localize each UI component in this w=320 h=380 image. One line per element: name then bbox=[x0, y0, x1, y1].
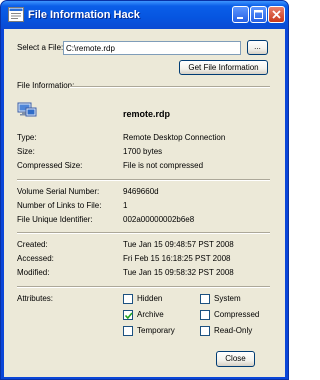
created-label: Created: bbox=[17, 240, 48, 249]
close-icon bbox=[272, 10, 281, 19]
minimize-icon bbox=[237, 17, 243, 19]
compressed-size-label: Compressed Size: bbox=[17, 161, 83, 170]
type-value: Remote Desktop Connection bbox=[123, 133, 226, 142]
maximize-icon bbox=[254, 10, 263, 19]
file-information-label: File Information: bbox=[17, 81, 75, 90]
section-divider bbox=[17, 179, 270, 181]
browse-button[interactable]: ... bbox=[247, 40, 268, 55]
type-label: Type: bbox=[17, 133, 37, 142]
title-bar[interactable]: File Information Hack bbox=[1, 1, 288, 29]
archive-checkbox-label[interactable]: Archive bbox=[137, 310, 164, 320]
close-window-button[interactable] bbox=[268, 6, 285, 23]
section-divider bbox=[70, 86, 270, 88]
hidden-checkbox-label[interactable]: Hidden bbox=[137, 294, 162, 304]
window-client-area: Select a File: ... Get File Information … bbox=[4, 29, 285, 377]
links-count-value: 1 bbox=[123, 201, 128, 210]
file-name: remote.rdp bbox=[123, 109, 171, 119]
modified-value: Tue Jan 15 09:58:32 PST 2008 bbox=[123, 268, 234, 277]
volume-serial-value: 9469660d bbox=[123, 187, 159, 196]
section-divider bbox=[17, 286, 270, 288]
remote-desktop-file-icon bbox=[17, 102, 37, 117]
close-button[interactable]: Close bbox=[216, 351, 255, 367]
get-file-information-button[interactable]: Get File Information bbox=[179, 60, 268, 75]
compressed-checkbox[interactable] bbox=[200, 310, 210, 320]
compressed-size-value: File is not compressed bbox=[123, 161, 204, 170]
select-file-label: Select a File: bbox=[17, 43, 64, 52]
main-window: File Information Hack Select a File: ...… bbox=[0, 0, 289, 380]
temporary-checkbox-label[interactable]: Temporary bbox=[137, 326, 175, 336]
size-label: Size: bbox=[17, 147, 35, 156]
maximize-button[interactable] bbox=[250, 6, 267, 23]
archive-checkbox[interactable] bbox=[123, 310, 133, 320]
checkmark-icon bbox=[124, 312, 133, 320]
system-checkbox[interactable] bbox=[200, 294, 210, 304]
size-value: 1700 bytes bbox=[123, 147, 163, 156]
system-checkbox-label[interactable]: System bbox=[214, 294, 241, 304]
hidden-checkbox[interactable] bbox=[123, 294, 133, 304]
section-divider bbox=[17, 232, 270, 234]
links-count-label: Number of Links to File: bbox=[17, 201, 102, 210]
attributes-label: Attributes: bbox=[17, 294, 54, 303]
file-unique-id-value: 002a00000002b6e8 bbox=[123, 215, 195, 224]
accessed-value: Fri Feb 15 16:18:25 PST 2008 bbox=[123, 254, 231, 263]
compressed-checkbox-label[interactable]: Compressed bbox=[214, 310, 259, 320]
file-unique-id-label: File Unique Identifier: bbox=[17, 215, 93, 224]
temporary-checkbox[interactable] bbox=[123, 326, 133, 336]
created-value: Tue Jan 15 09:48:57 PST 2008 bbox=[123, 240, 234, 249]
file-path-input[interactable] bbox=[63, 41, 241, 55]
app-icon bbox=[8, 7, 24, 22]
minimize-button[interactable] bbox=[232, 6, 249, 23]
modified-label: Modified: bbox=[17, 268, 50, 277]
read-only-checkbox-label[interactable]: Read-Only bbox=[214, 326, 252, 336]
accessed-label: Accessed: bbox=[17, 254, 54, 263]
volume-serial-label: Volume Serial Number: bbox=[17, 187, 100, 196]
read-only-checkbox[interactable] bbox=[200, 326, 210, 336]
window-title: File Information Hack bbox=[28, 9, 140, 21]
